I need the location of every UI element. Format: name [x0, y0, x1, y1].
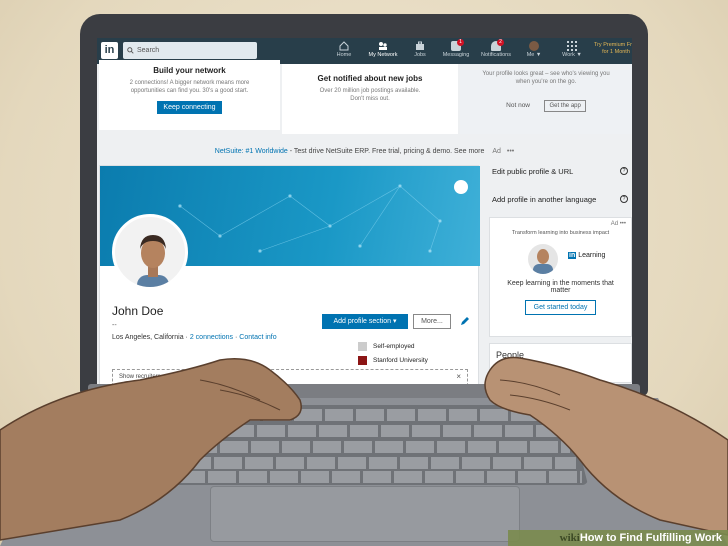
profile-name: John Doe [112, 304, 164, 318]
home-icon [339, 41, 349, 51]
nav-my-network-label: My Network [368, 52, 398, 58]
nav-jobs[interactable]: Jobs [403, 41, 437, 58]
edit-public-profile-label: Edit public profile & URL [492, 167, 574, 176]
connections-link[interactable]: 2 connections [190, 334, 233, 341]
left-hand [0, 358, 302, 541]
ad-text: - Test drive NetSuite ERP. Free trial, p… [287, 148, 485, 155]
nav-home-label: Home [336, 52, 352, 58]
linkedin-learning-logo: in Learning [568, 252, 606, 259]
get-the-app-button[interactable]: Get the app [544, 100, 586, 112]
add-language-label: Add profile in another language [492, 195, 597, 204]
learning-ad-card: Ad ••• Transform learning into business … [489, 217, 632, 337]
nav-jobs-label: Jobs [414, 52, 426, 58]
nav-me[interactable]: Me ▼ [517, 41, 551, 58]
watermark-title: How to Find Fulfilling Work [579, 532, 722, 544]
school-icon [358, 356, 367, 365]
profile-location-row: Los Angeles, California · 2 connections … [112, 334, 277, 341]
add-profile-section-button[interactable]: Add profile section ▾ [322, 314, 408, 329]
try-premium-link[interactable]: Try Premium Free for 1 Month [590, 42, 632, 56]
profile-location: Los Angeles, California [112, 334, 184, 341]
watermark-wiki: wiki [559, 532, 580, 544]
search-placeholder: Search [137, 47, 160, 54]
rail-ad-label: Ad [610, 221, 619, 227]
network-icon [379, 42, 387, 50]
nav-work[interactable]: Work ▼ [555, 41, 589, 58]
more-button[interactable]: More... [413, 314, 451, 329]
sponsored-ad-strip[interactable]: NetSuite: #1 Worldwide - Test drive NetS… [97, 146, 632, 158]
messaging-badge: 1 [457, 39, 464, 46]
bell-icon: 2 [491, 39, 504, 51]
build-network-card: Build your network 2 connections! A bigg… [99, 60, 280, 130]
grid-icon [567, 41, 577, 51]
nav-work-label: Work ▼ [562, 52, 582, 58]
ad-label: Ad [492, 148, 501, 155]
laptop-screen: in Search Home My Network Jobs 1 Messagi… [97, 38, 632, 390]
nav-home[interactable]: Home [327, 41, 361, 58]
search-input[interactable]: Search [123, 42, 257, 59]
profile-headline: -- [112, 322, 117, 329]
build-network-title: Build your network [153, 66, 226, 75]
ad-more-icon[interactable]: ••• [507, 148, 514, 155]
nav-me-label: Me ▼ [526, 52, 542, 58]
learning-label: Learning [578, 252, 606, 259]
linkedin-logo[interactable]: in [101, 42, 118, 59]
ad-avatar [528, 244, 558, 274]
ad-tagline: Transform learning into business impact [511, 230, 610, 236]
ad-line2: matter [550, 287, 571, 294]
add-language-link[interactable]: Add profile in another language ? [489, 195, 632, 204]
help-icon[interactable]: ? [620, 167, 628, 175]
avatar-icon [529, 41, 539, 51]
right-hand [484, 356, 728, 536]
rail-ad-label-row: Ad ••• [610, 221, 626, 227]
nav-notifications[interactable]: 2 Notifications [475, 39, 517, 58]
get-started-button[interactable]: Get started today [524, 300, 597, 315]
get-app-line1: Your profile looks great – see who's vie… [482, 71, 610, 77]
help-icon[interactable]: ? [620, 195, 628, 203]
profile-photo[interactable] [112, 214, 188, 290]
job-alerts-title: Get notified about new jobs [317, 74, 423, 83]
job-alerts-line1: Over 20 million job postings available. [319, 88, 421, 94]
company-icon [358, 342, 367, 351]
ad-visual: in Learning [490, 240, 631, 280]
watermark: wikiHow to Find Fulfilling Work [560, 532, 722, 544]
edit-public-profile-link[interactable]: Edit public profile & URL ? [489, 167, 632, 176]
ad-brand-link[interactable]: NetSuite: #1 Worldwide [215, 148, 288, 155]
camera-icon[interactable] [454, 180, 468, 194]
not-now-link[interactable]: Not now [506, 102, 530, 109]
nav-my-network[interactable]: My Network [363, 41, 403, 58]
ad-line1: Keep learning in the moments that [507, 280, 614, 287]
nav-messaging-label: Messaging [442, 52, 470, 58]
job-alerts-card: Get notified about new jobs Over 20 mill… [282, 64, 458, 134]
contact-info-link[interactable]: Contact info [239, 334, 276, 341]
briefcase-icon [416, 41, 424, 50]
nav-messaging[interactable]: 1 Messaging [439, 39, 473, 58]
nav-notifications-label: Notifications [481, 52, 511, 58]
get-app-line2: when you're on the go. [515, 79, 577, 85]
build-network-line1: 2 connections! A bigger network means mo… [129, 80, 250, 86]
job-alerts-line2: Don't miss out. [350, 96, 390, 102]
build-network-line2: opportunities can find you. 30's a good … [130, 88, 249, 94]
notifications-badge: 2 [497, 39, 504, 46]
search-icon [127, 47, 134, 54]
get-app-card: Your profile looks great – see who's vie… [460, 64, 632, 134]
pencil-icon[interactable] [460, 316, 470, 326]
messaging-icon: 1 [451, 39, 464, 51]
keep-connecting-button[interactable]: Keep connecting [157, 101, 222, 114]
